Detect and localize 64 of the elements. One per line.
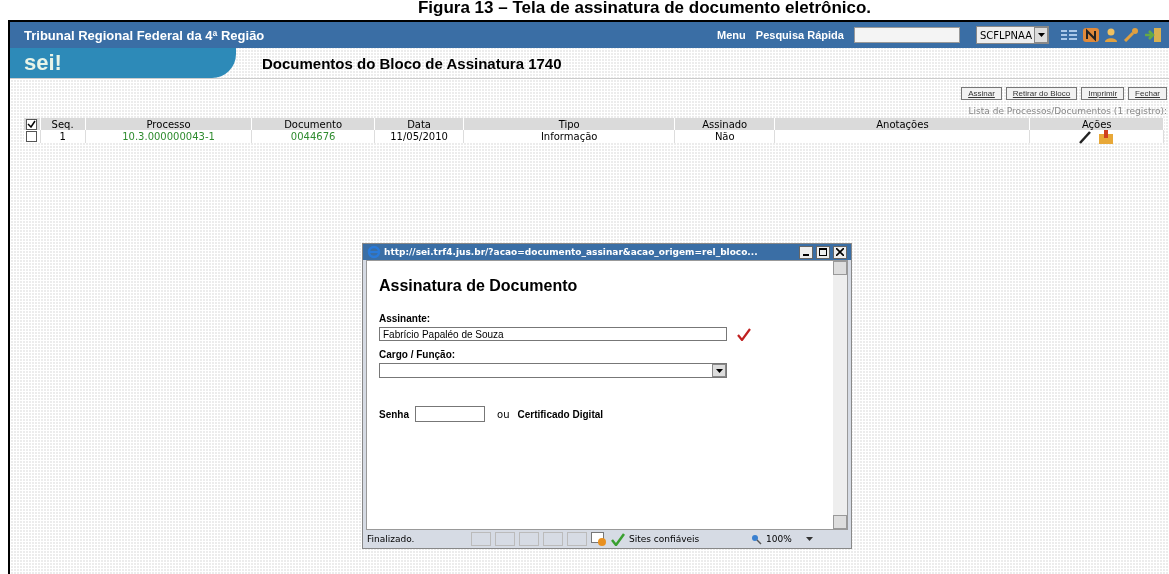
- row-checkbox[interactable]: [26, 131, 38, 143]
- page-title: Documentos do Bloco de Assinatura 1740: [262, 54, 562, 72]
- certificate-link[interactable]: Certificado Digital: [517, 408, 604, 420]
- action-button[interactable]: Retirar do Bloco: [1005, 87, 1078, 100]
- list-icon[interactable]: [1061, 29, 1077, 41]
- status-pane: [471, 532, 491, 546]
- status-pane: [543, 532, 563, 546]
- table-cell: Informação: [463, 130, 675, 143]
- column-header: Data: [374, 118, 464, 130]
- maximize-icon: [819, 248, 827, 256]
- browser-icon: [367, 245, 381, 259]
- or-text: ou: [497, 408, 510, 420]
- exit-icon[interactable]: [1145, 28, 1161, 42]
- quick-search-label: Pesquisa Rápida: [755, 29, 844, 41]
- security-zone: Sites confiáveis: [629, 534, 701, 544]
- caret-icon: [715, 368, 723, 373]
- column-header: Processo: [85, 118, 252, 130]
- maximize-button[interactable]: [816, 245, 830, 259]
- column-header: Seq.: [40, 118, 86, 130]
- close-button[interactable]: [833, 245, 847, 259]
- user-icon[interactable]: [1105, 28, 1117, 42]
- status-pane: [567, 532, 587, 546]
- column-header: Assinado: [674, 118, 775, 130]
- signer-label: Assinante:: [379, 313, 432, 324]
- checkmark-icon: [611, 532, 625, 546]
- signer-field[interactable]: Fabrício Papaléo de Souza: [379, 327, 727, 341]
- pen-icon[interactable]: [1078, 129, 1093, 144]
- folder-icon[interactable]: [1098, 129, 1115, 144]
- status-pane: [519, 532, 539, 546]
- window-url: http://sei.trf4.jus.br/?acao=documento_assinar&acao_origem=rel_bloco...: [384, 247, 759, 257]
- column-header: Anotações: [774, 118, 1030, 130]
- column-header: Documento: [251, 118, 375, 130]
- zoom-level[interactable]: 100%: [766, 534, 792, 544]
- badge-icon[interactable]: [1083, 28, 1099, 42]
- table-caption: Lista de Processos/Documentos (1 registro):: [967, 106, 1167, 116]
- status-text: Finalizado.: [367, 534, 416, 544]
- scrollbar[interactable]: [833, 261, 847, 529]
- table-cell: 1: [40, 130, 86, 143]
- organization-name: Tribunal Regional Federal da 4ª Região: [24, 27, 265, 43]
- select-all-checkbox[interactable]: [26, 118, 38, 130]
- table-cell: 11/05/2010: [374, 130, 464, 143]
- zoom-icon: [751, 533, 762, 545]
- role-dropdown[interactable]: [379, 363, 727, 378]
- dialog-heading: Assinatura de Documento: [379, 277, 579, 295]
- role-label: Cargo / Função:: [379, 349, 457, 360]
- warning-icon: [591, 532, 607, 546]
- minimize-button[interactable]: [799, 245, 813, 259]
- quick-search-field[interactable]: [853, 27, 960, 43]
- password-label: Senha: [379, 408, 409, 420]
- close-icon: [836, 248, 844, 256]
- caret-icon: [1037, 33, 1045, 37]
- table-cell: Não: [674, 130, 775, 143]
- unit-dropdown[interactable]: SCFLPNAA: [975, 26, 1049, 44]
- action-button[interactable]: Imprimir: [1081, 87, 1125, 100]
- menu-link[interactable]: Menu: [717, 29, 746, 41]
- figure-caption: Figura 13 – Tela de assinatura de documento eletrônico.: [416, 0, 873, 19]
- caret-icon[interactable]: [805, 537, 813, 541]
- action-button[interactable]: Assinar: [961, 87, 1002, 100]
- column-header: Ações: [1029, 118, 1164, 130]
- status-pane: [495, 532, 515, 546]
- password-field[interactable]: [415, 406, 485, 422]
- sei-logo: sei!: [24, 50, 62, 76]
- action-button[interactable]: Fechar: [1128, 87, 1167, 100]
- column-header: Tipo: [463, 118, 675, 130]
